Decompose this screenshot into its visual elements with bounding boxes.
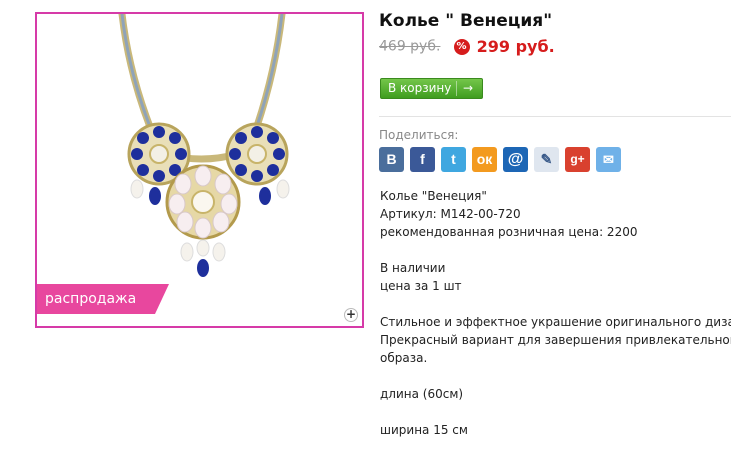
share-buttons: B f t ок @ ✎ g+ ✉: [379, 147, 621, 172]
odnoklassniki-icon[interactable]: ок: [472, 147, 497, 172]
necklace-image: [118, 14, 290, 277]
arrow-right-icon: →: [463, 81, 474, 95]
livejournal-icon[interactable]: ✎: [534, 147, 559, 172]
description-sku: Артикул: M142-00-720: [380, 207, 521, 221]
description-name: Колье "Венеция": [380, 189, 487, 203]
add-to-cart-label: В корзину: [388, 81, 452, 95]
old-price: 469 руб.: [379, 38, 441, 55]
product-title: Колье " Венеция": [379, 11, 553, 31]
description-text-3: образа.: [380, 351, 428, 365]
zoom-icon[interactable]: +: [344, 308, 358, 322]
description-retail-price: рекомендованная розничная цена: 2200: [380, 225, 638, 239]
google-plus-icon[interactable]: g+: [565, 147, 590, 172]
description-text-2: Прекрасный вариант для завершения привле…: [380, 333, 731, 347]
description-text-1: Стильное и эффектное украшение оригиналь…: [380, 315, 731, 329]
sale-ribbon: распродажа: [37, 284, 169, 314]
new-price: 299 руб.: [476, 37, 555, 56]
product-image-frame[interactable]: распродажа +: [35, 12, 364, 328]
mailru-icon[interactable]: @: [503, 147, 528, 172]
email-icon[interactable]: ✉: [596, 147, 621, 172]
description-width: ширина 15 см: [380, 423, 468, 437]
facebook-icon[interactable]: f: [410, 147, 435, 172]
description-length: длина (60см): [380, 387, 464, 401]
divider: [379, 116, 731, 117]
discount-badge-icon: %: [453, 38, 470, 55]
price-block: 469 руб. % 299 руб.: [379, 36, 555, 56]
description-unit: цена за 1 шт: [380, 279, 462, 293]
vkontakte-icon[interactable]: B: [379, 147, 404, 172]
button-divider: [456, 81, 457, 96]
add-to-cart-button[interactable]: В корзину →: [380, 78, 483, 99]
share-label: Поделиться:: [379, 128, 459, 142]
twitter-icon[interactable]: t: [441, 147, 466, 172]
description-availability: В наличии: [380, 261, 446, 275]
